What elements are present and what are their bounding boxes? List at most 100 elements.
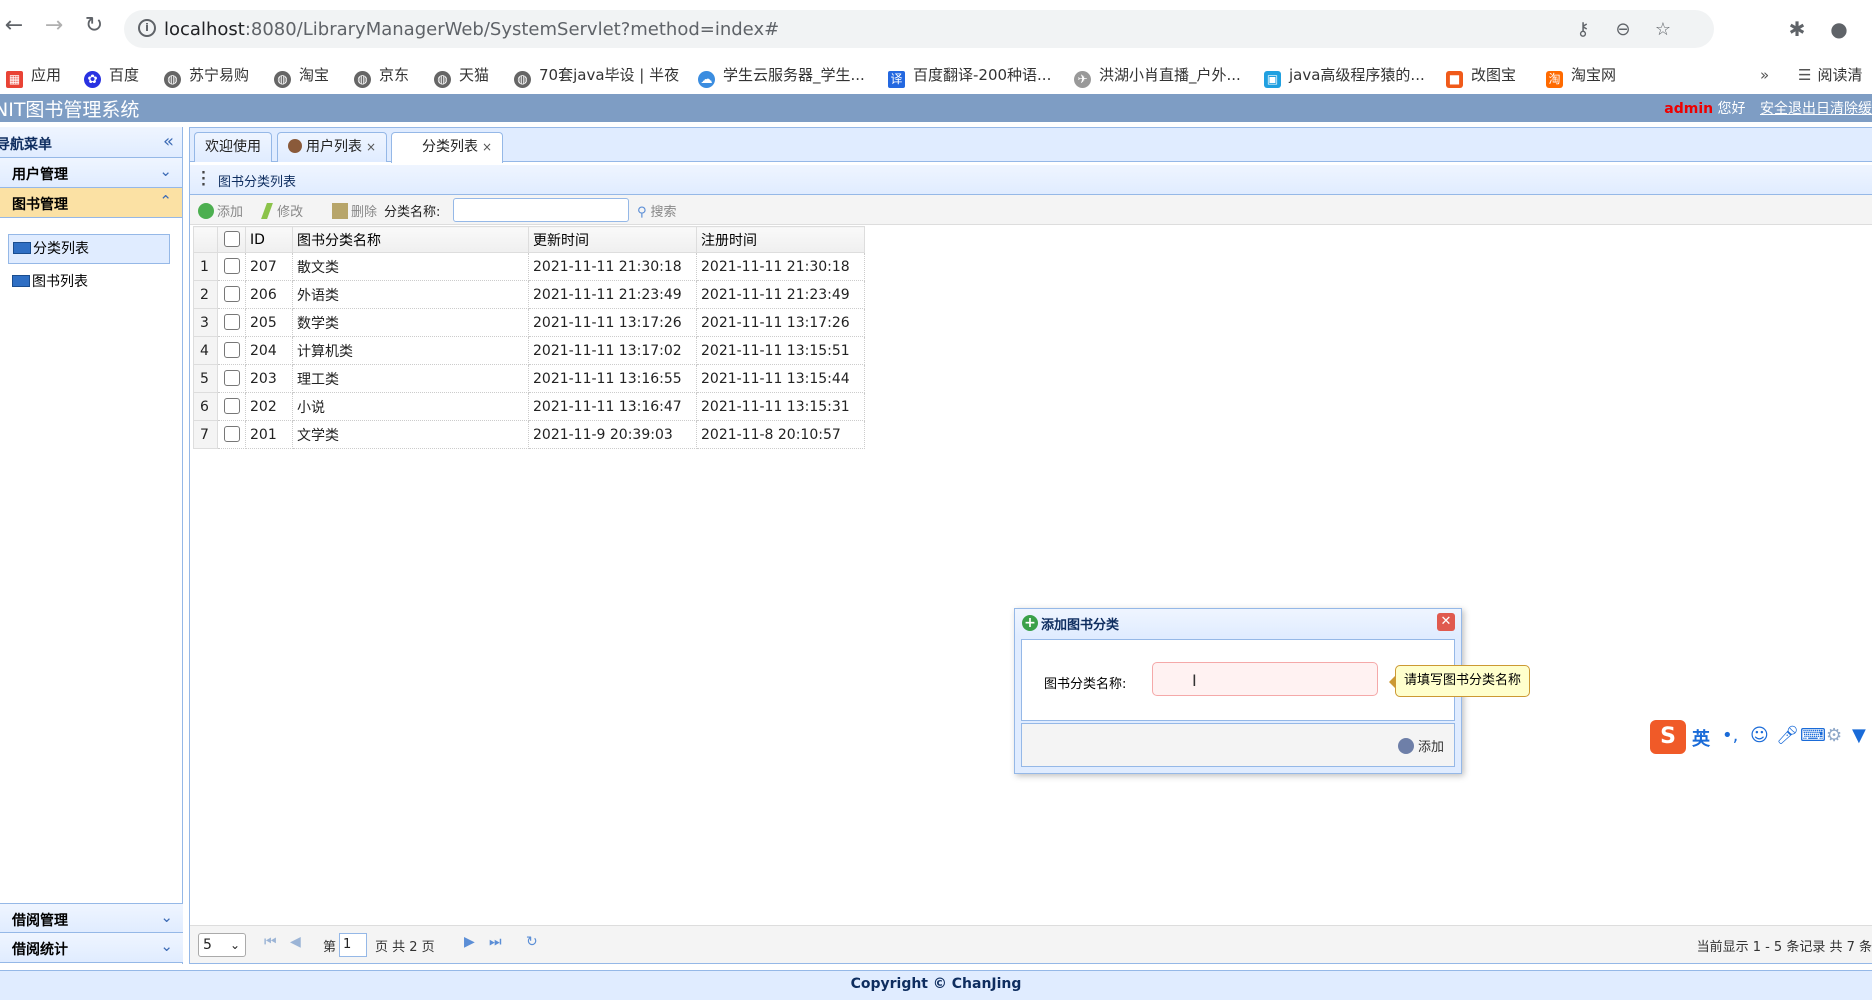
logout-link[interactable]: 安全退出日清除缓 (1760, 101, 1872, 117)
delete-button[interactable]: 删除 (332, 201, 377, 220)
table-row[interactable]: 7 201 文学类 2021-11-9 20:39:03 2021-11-8 20:10… (193, 420, 865, 449)
close-tab-icon[interactable]: × (366, 140, 376, 154)
prev-page-icon[interactable]: ◀ (290, 934, 301, 950)
emoji-icon[interactable]: ☺ (1750, 725, 1769, 746)
bookmark-apps[interactable]: ▦ 应用 (6, 62, 61, 88)
bookmark-taobao[interactable]: ◍ 淘宝 (274, 62, 329, 88)
expand-icon[interactable]: ⌄ (160, 937, 173, 955)
cell-registered: 2021-11-11 13:15:51 (696, 336, 865, 365)
zoom-icon[interactable]: ⊖ (1612, 19, 1634, 41)
main-panel: 欢迎使用 用户列表 × 分类列表 × · · · 图书分类列表 添加 修改 删除 分类名… (189, 127, 1872, 964)
edit-button[interactable]: 修改 (261, 201, 303, 220)
table-row[interactable]: 5 203 理工类 2021-11-11 13:16:55 2021-11-11 13:… (193, 364, 865, 393)
table-row[interactable]: 3 205 数学类 2021-11-11 13:17:26 2021-11-11 13:… (193, 308, 865, 337)
close-tab-icon[interactable]: × (482, 140, 492, 154)
table-row[interactable]: 4 204 计算机类 2021-11-11 13:17:02 2021-11-11 13… (193, 336, 865, 365)
tab-label: 欢迎使用 (205, 139, 261, 155)
dialog-add-button[interactable]: 添加 (1397, 736, 1444, 755)
cell-id: 202 (245, 392, 293, 421)
bookmark-star-icon[interactable]: ☆ (1652, 19, 1674, 41)
close-icon[interactable]: ✕ (1437, 613, 1455, 631)
extensions-icon[interactable]: ✱ (1784, 16, 1810, 42)
bookmark-suning[interactable]: ◍ 苏宁易购 (164, 62, 249, 88)
row-checkbox[interactable] (223, 314, 240, 330)
add-button[interactable]: 添加 (198, 201, 243, 220)
collapse-sidebar-icon[interactable]: « (163, 131, 174, 152)
bookmark-live-stream[interactable]: ✈ 洪湖小肖直播_户外... (1074, 62, 1241, 88)
sidebar-item-label: 分类列表 (33, 241, 89, 257)
row-checkbox[interactable] (223, 342, 240, 358)
next-page-icon[interactable]: ▶ (464, 934, 475, 950)
punctuation-icon[interactable]: •, (1722, 725, 1738, 746)
page-number-input[interactable]: 1 (339, 933, 367, 957)
cell-updated: 2021-11-11 13:16:47 (528, 392, 697, 421)
refresh-icon[interactable]: ↻ (526, 934, 538, 950)
dialog-body: 图书分类名称: I 请填写图书分类名称 (1021, 639, 1531, 721)
table-row[interactable]: 6 202 小说 2021-11-11 13:16:47 2021-11-11 13:1… (193, 392, 865, 421)
bookmark-baidu[interactable]: ✿ 百度 (84, 62, 139, 88)
search-button[interactable]: ⚲ 搜索 (637, 201, 677, 220)
bookmark-gaitubao[interactable]: ■ 改图宝 (1446, 62, 1516, 88)
bookmark-baidu-translate[interactable]: 译百度翻译-200种语... (888, 62, 1051, 88)
skin-icon[interactable]: ▼ (1852, 725, 1866, 746)
forward-icon[interactable]: → (42, 14, 66, 38)
column-header-updated[interactable]: 更新时间 (528, 226, 697, 253)
translate-icon: 译 (888, 71, 905, 88)
user-settings-icon[interactable]: ⚙ (1826, 725, 1842, 746)
site-info-icon[interactable]: i (138, 19, 156, 37)
row-checkbox[interactable] (223, 286, 240, 302)
microphone-icon[interactable]: 🎤︎ (1776, 725, 1799, 746)
row-checkbox[interactable] (223, 258, 240, 274)
reload-icon[interactable]: ↻ (82, 14, 106, 38)
tab-user-list[interactable]: 用户列表 × (277, 132, 388, 162)
menu-group-label: 图书管理 (12, 197, 68, 213)
expand-icon[interactable]: ⌄ (160, 908, 173, 926)
tab-welcome[interactable]: 欢迎使用 (194, 132, 272, 162)
menu-group-users[interactable]: 用户管理 ⌄ (0, 158, 182, 188)
bookmark-java-projects[interactable]: ◍ 70套java毕设 | 半夜 (514, 62, 679, 88)
tab-category-list[interactable]: 分类列表 × (391, 132, 504, 163)
bookmark-student-cloud[interactable]: ☁ 学生云服务器_学生... (698, 62, 865, 88)
column-header-id[interactable]: ID (245, 226, 293, 253)
profile-icon[interactable]: ● (1826, 16, 1852, 42)
keyboard-icon[interactable]: ⌨ (1800, 725, 1826, 746)
bookmark-bilibili[interactable]: ▣ java高级程序猿的... (1264, 62, 1425, 88)
bookmark-jd[interactable]: ◍ 京东 (354, 62, 409, 88)
grid-toolbar: 添加 修改 删除 分类名称: ⚲ 搜索 (190, 195, 1872, 225)
last-page-icon[interactable]: ⏭ (489, 934, 502, 950)
bookmarks-bar: ▦ 应用 ✿ 百度 ◍ 苏宁易购 ◍ 淘宝 ◍ 京东 ◍ 天猫 ◍ 70套java毕设 | 半… (0, 56, 1872, 94)
collapse-icon[interactable]: ⌃ (159, 192, 172, 210)
back-icon[interactable]: ← (2, 14, 26, 38)
menu-group-books[interactable]: 图书管理 ⌃ (0, 188, 182, 218)
bookmark-tmall[interactable]: ◍ 天猫 (434, 62, 489, 88)
row-checkbox[interactable] (223, 370, 240, 386)
expand-icon[interactable]: ⌄ (159, 162, 172, 180)
ime-mode-toggle[interactable]: 英 (1692, 725, 1710, 751)
menu-group-label: 借阅管理 (12, 913, 68, 929)
reading-list-button[interactable]: ☰ 阅读清 (1798, 62, 1862, 88)
row-number: 1 (193, 252, 218, 281)
table-row[interactable]: 1 207 散文类 2021-11-11 21:30:18 2021-11-11 21:… (193, 252, 865, 281)
menu-group-borrow-stats[interactable]: 借阅统计 ⌄ (0, 933, 183, 963)
url-text[interactable]: localhost:8080/LibraryManagerWeb/SystemS… (164, 19, 779, 40)
page-size-select[interactable]: 5 ⌄ (198, 933, 246, 957)
bookmark-taobao-net[interactable]: 淘淘宝网 (1546, 62, 1616, 88)
column-header-registered[interactable]: 注册时间 (696, 226, 865, 253)
category-name-filter-input[interactable] (453, 198, 629, 222)
more-bookmarks-button[interactable]: » (1760, 62, 1769, 88)
globe-icon: ◍ (354, 71, 371, 88)
row-checkbox[interactable] (223, 426, 240, 442)
category-name-input[interactable]: I (1152, 662, 1378, 696)
table-row[interactable]: 2 206 外语类 2021-11-11 21:23:49 2021-11-11 21:… (193, 280, 865, 309)
sidebar-item-category-list[interactable]: 分类列表 (8, 234, 170, 264)
sogou-logo-icon[interactable]: S (1650, 720, 1686, 754)
menu-group-borrow[interactable]: 借阅管理 ⌄ (0, 903, 183, 933)
select-all-checkbox[interactable] (223, 231, 240, 247)
address-bar[interactable]: i localhost:8080/LibraryManagerWeb/Syste… (124, 10, 1714, 48)
row-checkbox[interactable] (223, 398, 240, 414)
key-icon[interactable]: ⚷ (1572, 19, 1594, 41)
cell-id: 203 (245, 364, 293, 393)
sidebar-item-book-list[interactable]: 图书列表 (8, 268, 170, 298)
column-header-name[interactable]: 图书分类名称 (292, 226, 529, 253)
first-page-icon[interactable]: ⏮ (264, 934, 277, 950)
